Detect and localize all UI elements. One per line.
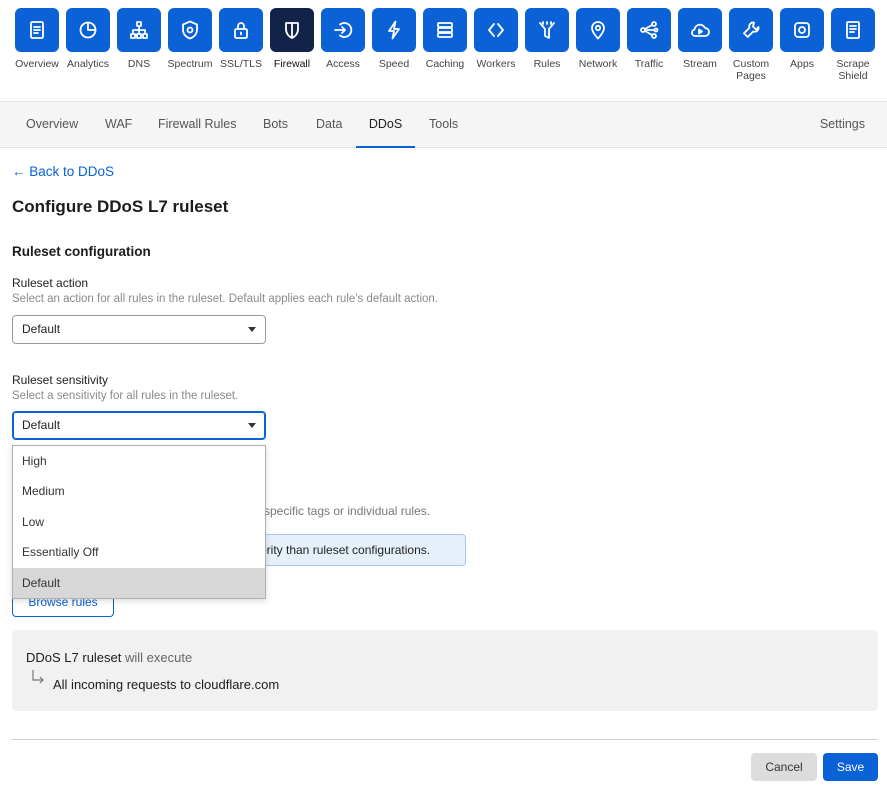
sensitivity-option-default[interactable]: Default — [13, 567, 265, 598]
lightning-icon — [372, 8, 416, 52]
page-title: Configure DDoS L7 ruleset — [12, 197, 229, 216]
shield-icon — [270, 8, 314, 52]
filter-icon — [525, 8, 569, 52]
ruleset-action-label: Ruleset action — [12, 276, 89, 290]
chevron-down-icon — [248, 327, 256, 332]
shield-gear-icon — [168, 8, 212, 52]
app-square-icon — [780, 8, 824, 52]
tab-settings[interactable]: Settings — [820, 102, 865, 148]
sensitivity-option-medium[interactable]: Medium — [13, 476, 265, 506]
ruleset-action-hint: Select an action for all rules in the ru… — [12, 293, 439, 305]
override-hint-partial: or specific tags or individual rules. — [250, 504, 431, 518]
sensitivity-dropdown-menu: High Medium Low Essentially Off Default — [12, 445, 266, 599]
app-custom-pages[interactable]: Custom Pages — [725, 8, 777, 82]
sensitivity-option-essentially-off[interactable]: Essentially Off — [13, 537, 265, 567]
back-link[interactable]: ← Back to DDoS — [12, 164, 114, 179]
execution-summary: DDoS L7 ruleset will execute All incomin… — [12, 630, 878, 711]
ruleset-sensitivity-select[interactable]: Default — [12, 411, 266, 440]
tab-firewall-rules[interactable]: Firewall Rules — [158, 102, 237, 148]
arrow-circle-icon — [321, 8, 365, 52]
ruleset-action-value: Default — [22, 322, 61, 336]
sensitivity-option-high[interactable]: High — [13, 446, 265, 476]
sensitivity-option-low[interactable]: Low — [13, 507, 265, 537]
cancel-button[interactable]: Cancel — [751, 753, 817, 781]
ruleset-action-select[interactable]: Default — [12, 315, 266, 344]
server-stack-icon — [423, 8, 467, 52]
execution-target: All incoming requests to cloudflare.com — [53, 677, 280, 692]
ruleset-sensitivity-value: Default — [22, 418, 61, 432]
share-nodes-icon — [627, 8, 671, 52]
info-banner: ority than ruleset configurations. — [250, 534, 466, 566]
app-label: Scrape Shield — [836, 58, 870, 82]
pie-chart-icon — [66, 8, 110, 52]
network-tree-icon — [117, 8, 161, 52]
footer-divider — [12, 739, 878, 740]
chevron-down-icon — [248, 423, 256, 428]
firewall-tabs: Overview WAF Firewall Rules Bots Data DD… — [0, 102, 887, 148]
lock-icon — [219, 8, 263, 52]
code-brackets-icon — [474, 8, 518, 52]
cloud-play-icon — [678, 8, 722, 52]
document-icon — [15, 8, 59, 52]
tab-waf[interactable]: WAF — [105, 102, 132, 148]
tab-tools[interactable]: Tools — [429, 102, 458, 148]
ruleset-sensitivity-hint: Select a sensitivity for all rules in th… — [12, 390, 239, 402]
save-button[interactable]: Save — [823, 753, 878, 781]
app-navigation: Overview Analytics DNS Spectrum SSL/TLS … — [0, 0, 887, 102]
tab-bots[interactable]: Bots — [263, 102, 288, 148]
corner-arrow-icon — [32, 670, 44, 684]
section-title: Ruleset configuration — [12, 244, 151, 259]
wrench-icon — [729, 8, 773, 52]
execution-heading: DDoS L7 ruleset will execute — [26, 650, 192, 665]
location-pin-icon — [576, 8, 620, 52]
info-banner-text: ority than ruleset configurations. — [260, 543, 431, 557]
will-execute-text: will execute — [125, 650, 193, 665]
tab-data[interactable]: Data — [316, 102, 342, 148]
page-icon — [831, 8, 875, 52]
tab-overview[interactable]: Overview — [26, 102, 78, 148]
tab-ddos[interactable]: DDoS — [356, 102, 415, 148]
app-scrape-shield[interactable]: Scrape Shield — [827, 8, 879, 82]
ruleset-sensitivity-label: Ruleset sensitivity — [12, 373, 109, 387]
ruleset-name: DDoS L7 ruleset — [26, 650, 122, 665]
